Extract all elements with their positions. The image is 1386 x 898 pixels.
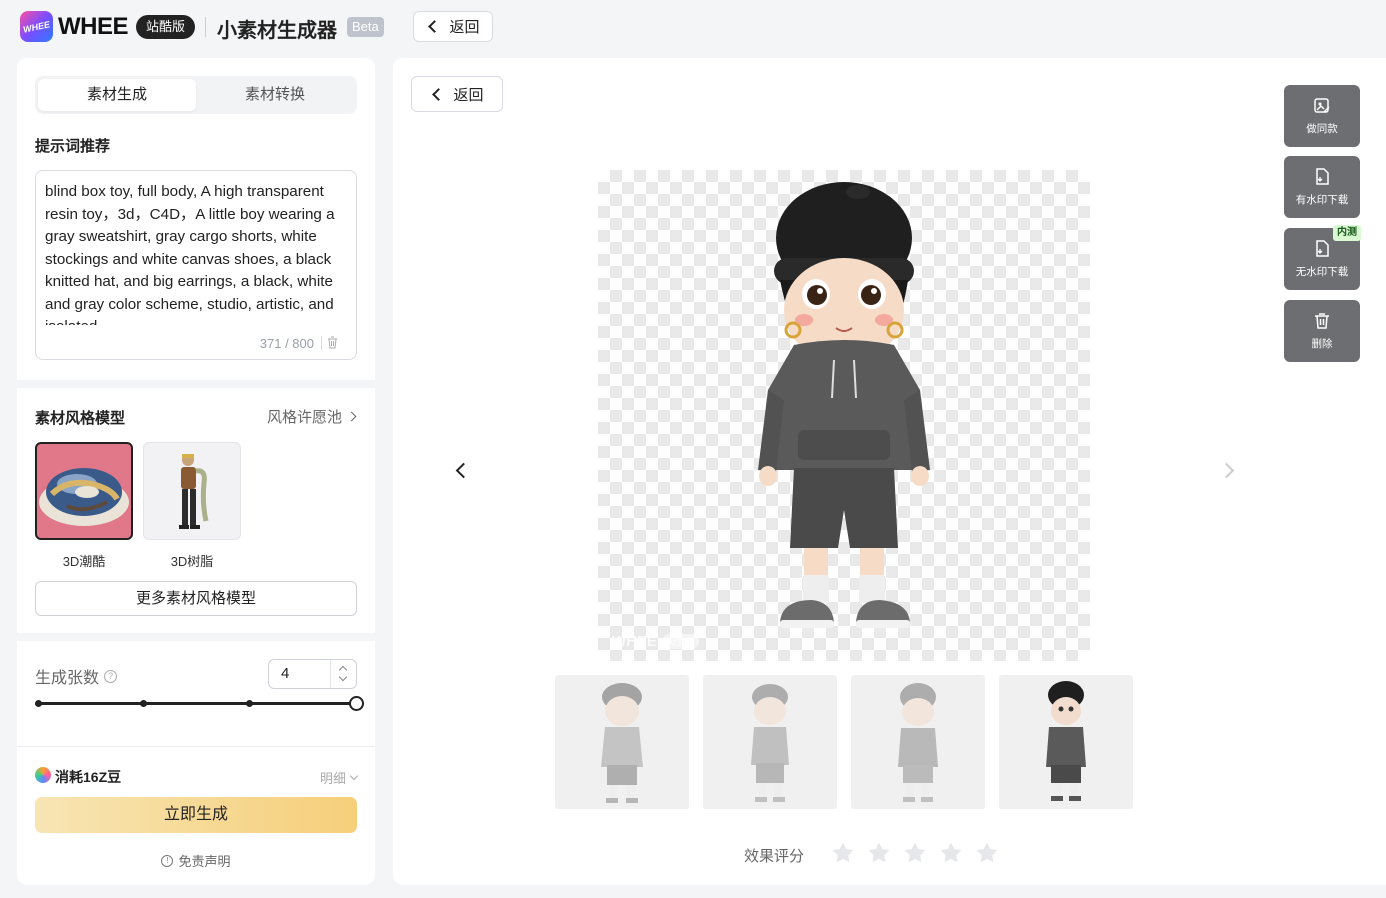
- help-icon[interactable]: ?: [104, 669, 118, 683]
- result-thumbnail[interactable]: [555, 675, 689, 809]
- mode-tabs: 素材生成 素材转换: [35, 76, 357, 114]
- stepper-arrows: [330, 660, 356, 688]
- chevron-left-icon: [428, 20, 442, 33]
- generate-button[interactable]: 立即生成: [35, 797, 357, 833]
- thumbnail-figure: [601, 683, 643, 803]
- result-thumbnail[interactable]: [703, 675, 837, 809]
- beta-badge: Beta: [347, 17, 384, 37]
- result-thumbnail-selected[interactable]: [999, 675, 1133, 809]
- slider-thumb[interactable]: [349, 696, 364, 711]
- cost-text: 消耗16Z豆: [55, 769, 122, 785]
- result-panel: 返回 WHEE AI生成 效果评分 做同款 有水印下载 无水印下载 内测 删除: [393, 58, 1386, 885]
- app-title: 小素材生成器: [217, 20, 337, 42]
- rating-star-icon[interactable]: [903, 841, 927, 865]
- header-back-button[interactable]: 返回: [413, 11, 493, 42]
- tab-material-generate[interactable]: 素材生成: [38, 79, 196, 111]
- slider-step-dot: [35, 700, 42, 707]
- image-count-value[interactable]: 4: [281, 665, 289, 682]
- top-header: WHEE WHEE 站酷版 小素材生成器 Beta 返回: [0, 0, 1386, 56]
- rating-star-icon[interactable]: [975, 841, 999, 865]
- slider-step-dot: [246, 700, 253, 707]
- result-image-canvas[interactable]: WHEE AI生成: [598, 170, 1090, 661]
- rating-star-icon[interactable]: [867, 841, 891, 865]
- chevron-right-icon: [346, 411, 357, 422]
- prompt-char-counter: 371 / 800: [259, 336, 314, 351]
- section-divider: [17, 380, 375, 388]
- tab-material-convert[interactable]: 素材转换: [196, 79, 354, 111]
- counter-divider: [321, 336, 322, 350]
- resin-figure-image: [179, 454, 209, 529]
- download-file-icon: [1316, 240, 1329, 257]
- rating-star-icon[interactable]: [939, 841, 963, 865]
- decrement-icon[interactable]: [338, 672, 348, 682]
- left-panel: 素材生成 素材转换 提示词推荐 blind box toy, full body…: [17, 58, 375, 885]
- prompt-section-title: 提示词推荐: [35, 138, 111, 155]
- slider-track[interactable]: [35, 702, 357, 705]
- beta-test-badge: 内测: [1333, 225, 1361, 241]
- rating-label: 效果评分: [744, 848, 805, 865]
- prompt-text[interactable]: blind box toy, full body, A high transpa…: [45, 181, 351, 325]
- brand-name: WHEE: [58, 13, 129, 40]
- info-icon: !: [161, 854, 174, 867]
- thumbnail-figure: [898, 683, 938, 802]
- section-divider: [17, 633, 375, 641]
- z-coin-icon: [35, 767, 51, 783]
- style-section-title: 素材风格模型: [35, 410, 126, 427]
- style-wish-pool-link[interactable]: 风格许愿池: [267, 406, 357, 427]
- prompt-textarea[interactable]: blind box toy, full body, A high transpa…: [35, 170, 357, 360]
- image-count-stepper[interactable]: 4: [268, 659, 357, 689]
- image-count-label: 生成张数 ?: [35, 664, 118, 688]
- chevron-down-icon: [349, 771, 359, 780]
- make-similar-button[interactable]: 做同款: [1284, 85, 1360, 147]
- result-back-button[interactable]: 返回: [411, 76, 503, 112]
- trash-icon: [1315, 313, 1329, 329]
- cost-row: 消耗16Z豆 明细: [35, 766, 359, 787]
- download-file-icon: [1316, 168, 1329, 185]
- style-card-3d-cool[interactable]: [35, 442, 133, 540]
- slider-step-dot: [140, 700, 147, 707]
- disclaimer-link[interactable]: ! 免责声明: [17, 851, 375, 870]
- image-watermark: WHEE AI生成: [612, 633, 699, 650]
- more-styles-button[interactable]: 更多素材风格模型: [35, 581, 357, 616]
- cost-detail-dropdown[interactable]: 明细: [320, 768, 359, 787]
- style-label-3d-resin: 3D树脂: [170, 554, 214, 569]
- generated-boy-figure: [758, 182, 930, 628]
- image-edit-icon: [1314, 98, 1330, 113]
- download-watermark-button[interactable]: 有水印下载: [1284, 156, 1360, 218]
- edition-badge: 站酷版: [136, 15, 196, 39]
- rating-star-icon[interactable]: [831, 841, 855, 865]
- header-divider: [205, 17, 206, 37]
- donut-sculpture-image: [39, 468, 129, 526]
- section-divider: [17, 746, 375, 747]
- result-thumbnail[interactable]: [851, 675, 985, 809]
- style-card-3d-resin[interactable]: [143, 442, 241, 540]
- thumbnail-figure: [751, 684, 789, 802]
- next-image-arrow-icon[interactable]: [1218, 462, 1235, 479]
- chevron-left-icon: [432, 87, 446, 101]
- prev-image-arrow-icon[interactable]: [455, 462, 472, 479]
- delete-button[interactable]: 删除: [1284, 300, 1360, 362]
- image-count-slider[interactable]: [35, 695, 365, 711]
- whee-logo[interactable]: WHEE: [20, 11, 53, 42]
- thumbnail-figure: [1046, 681, 1086, 801]
- style-label-3d-cool: 3D潮酷: [62, 554, 106, 569]
- clear-prompt-icon[interactable]: [327, 336, 338, 349]
